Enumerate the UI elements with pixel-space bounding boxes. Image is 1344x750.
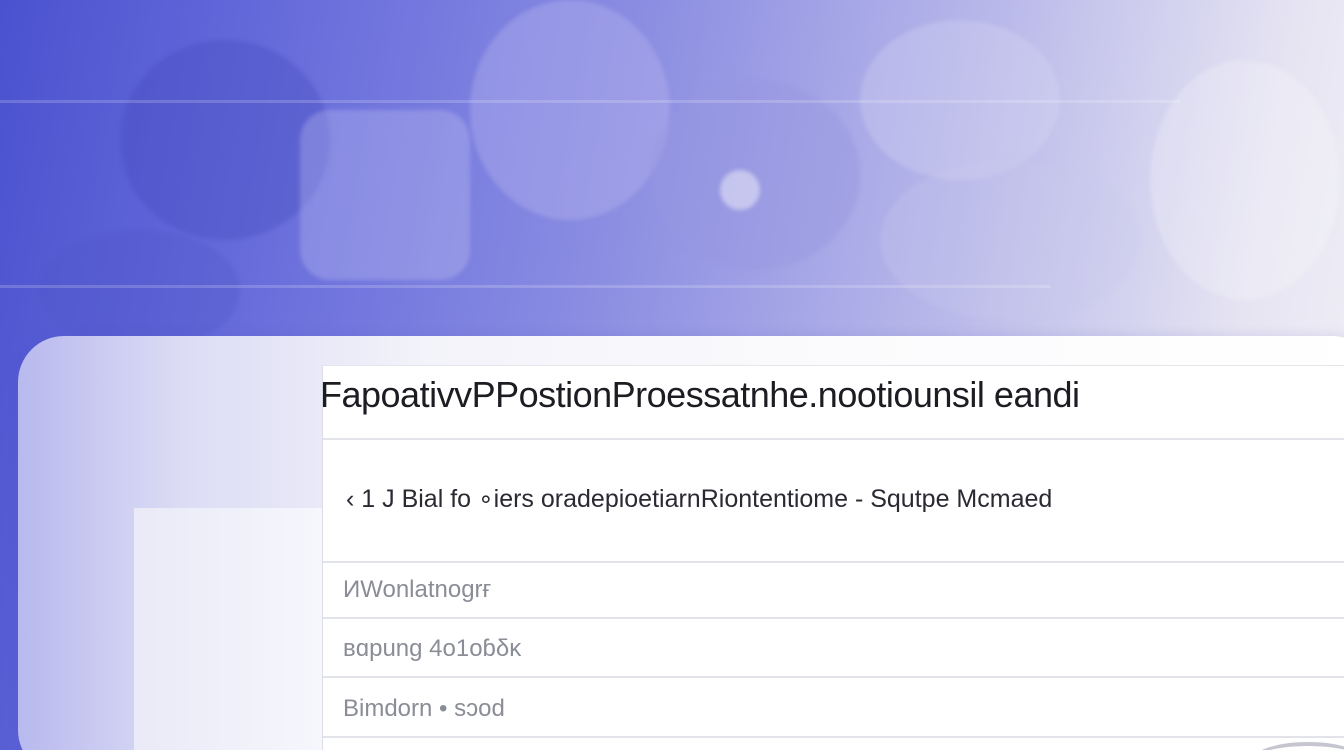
row-divider (323, 676, 1344, 678)
background-blob (120, 40, 330, 240)
subtitle-divider (323, 561, 1344, 563)
dialog-title: FapoativvPPostionProessatnhe.nootiounsil… (320, 374, 1080, 415)
details-card (322, 365, 1344, 750)
sidebar-block (134, 508, 324, 750)
dialog-subtitle: ‹ 1 J Bial fo ∘iers oradepioetiarnRionte… (346, 485, 1053, 513)
list-item[interactable]: ИWonlatnogrғ (343, 576, 491, 604)
background-blob (880, 160, 1140, 320)
list-item[interactable]: Bimdorn • sɔod (343, 695, 505, 723)
background-line (0, 100, 1180, 103)
background-blob (720, 170, 760, 210)
background-blob (300, 110, 470, 280)
app-window: FapoativvPPostionProessatnhe.nootiounsil… (0, 0, 1344, 750)
background-blob (470, 0, 670, 220)
background-line (0, 285, 1050, 288)
background-blob (40, 230, 240, 350)
background-blob (650, 80, 860, 270)
list-item[interactable]: ʙɑpung 4o1oɓδĸ (343, 635, 521, 663)
background-blob (1150, 60, 1340, 300)
row-divider (323, 617, 1344, 619)
title-divider (323, 438, 1344, 440)
row-divider (323, 736, 1344, 738)
